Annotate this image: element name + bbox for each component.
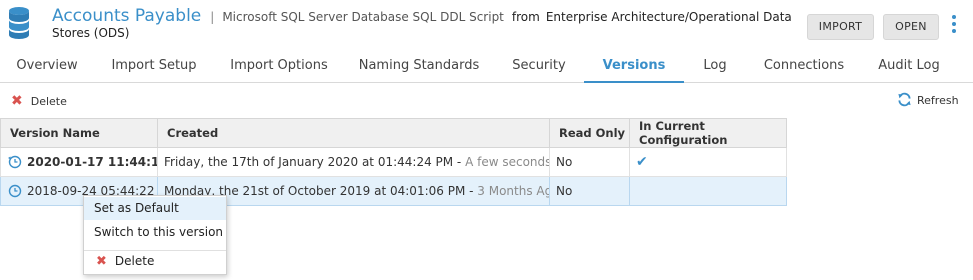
menu-item-switch-to-version[interactable]: Switch to this version	[84, 221, 226, 244]
read-only-cell: No	[549, 176, 630, 206]
clock-icon	[8, 184, 22, 198]
tab-audit-log[interactable]: Audit Log	[862, 48, 956, 82]
header-row: Version Name Created Read Only In Curren…	[0, 118, 787, 148]
tab-naming-standards[interactable]: Naming Standards	[344, 48, 494, 82]
menu-item-delete[interactable]: ✖ Delete	[84, 250, 226, 273]
from-label: from	[511, 10, 540, 24]
created-text: Friday, the 17th of January 2020 at 01:4…	[164, 155, 466, 169]
read-only-cell: No	[549, 147, 630, 177]
script-type: Microsoft SQL Server Database SQL DDL Sc…	[222, 10, 504, 24]
kebab-icon[interactable]	[951, 15, 957, 35]
created-relative: A few seconds Ago	[465, 155, 550, 169]
versions-grid: Version Name Created Read Only In Curren…	[0, 118, 787, 206]
column-header-created[interactable]: Created	[157, 118, 550, 148]
created-relative: 3 Months Ago	[477, 184, 548, 198]
tab-bar: Overview Import Setup Import Options Nam…	[0, 48, 973, 83]
tab-overview[interactable]: Overview	[0, 48, 94, 82]
refresh-icon	[898, 92, 911, 107]
table-row[interactable]: 2020-01-17 11:44:16 Friday, the 17th of …	[0, 147, 787, 177]
clock-icon	[8, 155, 22, 169]
tab-versions[interactable]: Versions	[584, 48, 684, 83]
model-path: Enterprise Architecture/Operational Data	[545, 10, 792, 24]
import-button[interactable]: IMPORT	[807, 14, 874, 40]
column-header-read-only[interactable]: Read Only	[549, 118, 630, 148]
version-name: 2020-01-17 11:44:16	[27, 155, 158, 169]
open-button[interactable]: OPEN	[883, 14, 939, 40]
version-name-cell: 2020-01-17 11:44:16	[0, 147, 158, 177]
refresh-label: Refresh	[917, 94, 959, 107]
x-icon: ✖	[96, 254, 107, 269]
checkmark-icon: ✔	[636, 154, 648, 170]
database-icon	[9, 7, 29, 39]
menu-item-set-as-default[interactable]: Set as Default	[84, 197, 226, 220]
x-icon: ✖	[11, 93, 23, 109]
in-current-configuration-cell	[629, 176, 787, 206]
refresh-button[interactable]: Refresh	[897, 92, 959, 110]
delete-label: Delete	[30, 95, 67, 108]
tab-security[interactable]: Security	[494, 48, 584, 82]
tab-log[interactable]: Log	[684, 48, 746, 82]
model-path-continued: Stores (ODS)	[52, 26, 130, 40]
context-menu: Set as Default Switch to this version ✖ D…	[83, 195, 227, 275]
menu-delete-label: Delete	[114, 254, 155, 268]
toolbar: ✖ Delete Refresh	[0, 83, 973, 117]
title-line: Accounts Payable | Microsoft SQL Server Da…	[52, 6, 792, 27]
tab-import-setup[interactable]: Import Setup	[94, 48, 214, 82]
title-separator: |	[210, 10, 215, 24]
header: Accounts Payable | Microsoft SQL Server Da…	[0, 0, 973, 48]
column-header-in-current-configuration[interactable]: In Current Configuration	[629, 118, 787, 148]
tab-connections[interactable]: Connections	[746, 48, 862, 82]
in-current-configuration-cell: ✔	[629, 147, 787, 177]
delete-button[interactable]: ✖ Delete	[11, 92, 67, 110]
created-cell: Friday, the 17th of January 2020 at 01:4…	[157, 147, 550, 177]
tab-import-options[interactable]: Import Options	[214, 48, 344, 82]
column-header-version-name[interactable]: Version Name	[0, 118, 158, 148]
app-name: Accounts Payable	[52, 6, 202, 26]
